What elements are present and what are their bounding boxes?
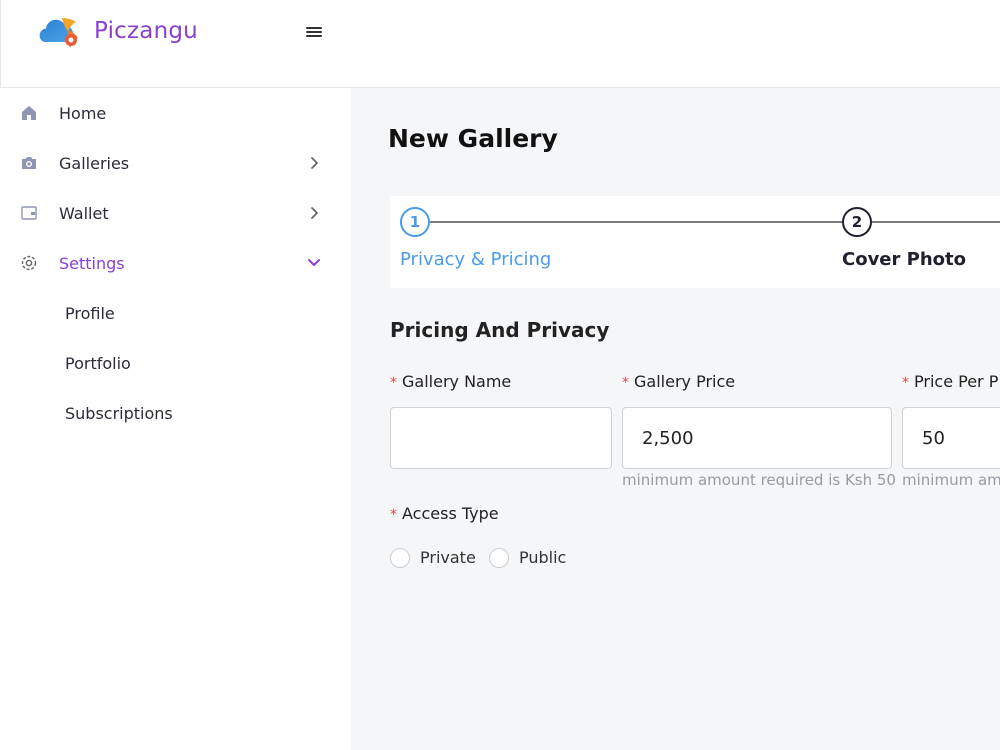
hamburger-menu-icon[interactable] xyxy=(306,25,326,41)
brand-name: Piczangu xyxy=(94,18,198,44)
wallet-icon xyxy=(19,203,39,223)
price-per-label: * Price Per P xyxy=(902,372,998,391)
access-public-label[interactable]: Public xyxy=(519,548,566,567)
step-number-2[interactable]: 2 xyxy=(842,207,872,237)
sidebar-item-wallet[interactable]: Wallet xyxy=(0,193,351,233)
gallery-price-label-text: Gallery Price xyxy=(634,372,736,391)
home-icon xyxy=(19,103,39,123)
step-label-cover-photo[interactable]: Cover Photo xyxy=(842,249,966,270)
required-marker: * xyxy=(390,507,397,523)
section-title: Pricing And Privacy xyxy=(390,318,610,342)
access-type-label-text: Access Type xyxy=(402,504,499,523)
step-connector xyxy=(430,221,842,223)
sidebar-subitem-label: Profile xyxy=(65,303,115,323)
required-marker: * xyxy=(390,375,397,391)
sidebar-subitem-portfolio[interactable]: Portfolio xyxy=(0,345,351,381)
sidebar-item-settings[interactable]: Settings xyxy=(0,243,351,283)
required-marker: * xyxy=(902,375,909,391)
chevron-right-icon xyxy=(306,155,322,171)
gear-icon xyxy=(19,253,39,273)
sidebar-subitem-label: Portfolio xyxy=(65,353,131,373)
access-private-radio[interactable] xyxy=(390,548,410,568)
sidebar-item-label: Settings xyxy=(59,253,125,273)
step-connector xyxy=(872,221,1000,223)
price-per-label-text: Price Per P xyxy=(914,372,999,391)
gallery-name-label: * Gallery Name xyxy=(390,372,511,391)
header-divider xyxy=(0,0,1,88)
step-number-1[interactable]: 1 xyxy=(400,207,430,237)
sidebar-subitem-label: Subscriptions xyxy=(65,403,173,423)
price-per-hint: minimum amo xyxy=(902,471,1000,489)
gallery-price-input[interactable]: 2,500 xyxy=(622,407,892,469)
sidebar-subitem-subscriptions[interactable]: Subscriptions xyxy=(0,395,351,431)
sidebar-item-label: Galleries xyxy=(59,153,130,173)
step-label-privacy-pricing[interactable]: Privacy & Pricing xyxy=(400,249,551,270)
page-title: New Gallery xyxy=(388,124,558,153)
sidebar-item-label: Home xyxy=(59,103,107,123)
top-header: Piczangu xyxy=(0,0,1000,88)
sidebar-item-home[interactable]: Home xyxy=(0,93,351,133)
camera-icon xyxy=(19,153,39,173)
access-private-label[interactable]: Private xyxy=(420,548,476,567)
sidebar-item-galleries[interactable]: Galleries xyxy=(0,143,351,183)
chevron-down-icon xyxy=(306,255,322,271)
access-type-label: * Access Type xyxy=(390,504,499,523)
piczangu-logo-icon xyxy=(39,18,78,48)
sidebar: Home Galleries Wallet Settings Profile P… xyxy=(0,88,351,750)
gallery-name-input[interactable] xyxy=(390,407,612,469)
sidebar-subitem-profile[interactable]: Profile xyxy=(0,295,351,331)
gallery-price-label: * Gallery Price xyxy=(622,372,735,391)
brand-logo-link[interactable]: Piczangu xyxy=(38,12,198,50)
sidebar-item-label: Wallet xyxy=(59,203,109,223)
gallery-name-label-text: Gallery Name xyxy=(402,372,512,391)
price-per-input[interactable]: 50 xyxy=(902,407,1000,469)
access-public-radio[interactable] xyxy=(489,548,509,568)
stepper: 1 2 Privacy & Pricing Cover Photo xyxy=(390,196,1000,288)
gallery-price-hint: minimum amount required is Ksh 50 xyxy=(622,471,896,489)
chevron-right-icon xyxy=(306,205,322,221)
required-marker: * xyxy=(622,375,629,391)
